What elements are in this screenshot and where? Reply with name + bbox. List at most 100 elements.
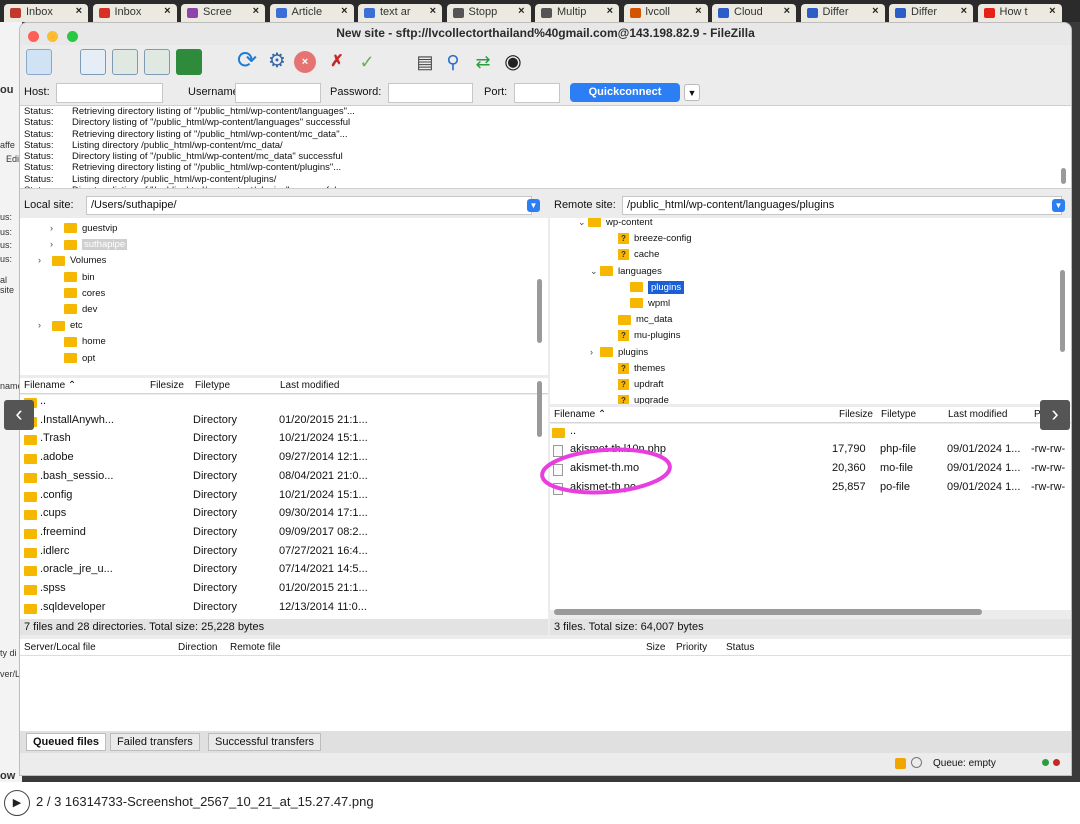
host-input[interactable] [56,83,163,103]
tree-node[interactable]: dev [50,304,97,315]
remote-col-filesize[interactable]: Filesize [839,409,873,420]
tree-node[interactable]: › guestvip [50,223,117,234]
close-tab-icon[interactable]: × [76,5,82,17]
quickconnect-dropdown-chevron-icon[interactable]: ▼ [684,84,700,101]
close-tab-icon[interactable]: × [695,5,701,17]
password-input[interactable] [388,83,473,103]
close-tab-icon[interactable]: × [341,5,347,17]
queue-col-server[interactable]: Server/Local file [24,642,96,653]
queue-col-status[interactable]: Status [726,642,754,653]
browser-tab[interactable]: text ar × [358,4,442,22]
toggle-message-log-icon[interactable] [80,49,106,75]
browser-tab[interactable]: lvcoll × [623,4,708,22]
table-row[interactable]: .freemind Directory 09/09/2017 08:2... [20,524,535,543]
tree-node[interactable]: opt [50,353,95,364]
local-site-dropdown-chevron-icon[interactable]: ▼ [527,199,540,212]
table-row[interactable]: .adobe Directory 09/27/2014 12:1... [20,449,535,468]
queue-col-remote[interactable]: Remote file [230,642,281,653]
local-col-filetype[interactable]: Filetype [195,380,230,391]
expand-chevron-icon[interactable]: ⌄ [578,218,588,228]
browser-tab[interactable]: Cloud × [712,4,796,22]
browser-tab[interactable]: Scree × [181,4,265,22]
remote-tree-scrollbar[interactable] [1060,270,1065,352]
close-tab-icon[interactable]: × [253,5,259,17]
table-row[interactable]: .. [20,395,535,412]
close-tab-icon[interactable]: × [872,5,878,17]
remote-col-filetype[interactable]: Filetype [881,409,916,420]
process-queue-icon[interactable]: ⚙ [264,49,290,75]
speed-limit-icon[interactable] [911,757,922,768]
close-tab-icon[interactable]: × [518,5,524,17]
table-row[interactable]: .idlerc Directory 07/27/2021 16:4... [20,543,535,562]
tree-node[interactable]: › Volumes [38,255,106,266]
message-log-scrollbar[interactable] [1061,168,1066,184]
tab-queued-files[interactable]: Queued files [26,733,107,751]
tree-node[interactable]: › plugins [590,347,648,358]
close-tab-icon[interactable]: × [784,5,790,17]
queue-col-priority[interactable]: Priority [676,642,707,653]
table-row[interactable]: .bash_sessio... Directory 08/04/2021 21:0.… [20,468,535,487]
quickconnect-button[interactable]: Quickconnect [570,83,680,102]
tree-node[interactable]: ? breeze-config [608,233,692,244]
tab-successful-transfers[interactable]: Successful transfers [208,733,322,751]
toggle-local-tree-icon[interactable] [112,49,138,75]
disconnect-icon[interactable]: ✗ [324,49,350,75]
synchronized-browsing-icon[interactable]: ⚲ [440,49,466,75]
tree-node[interactable]: › etc [38,320,83,331]
expand-chevron-icon[interactable]: › [590,347,600,357]
local-tree-scrollbar[interactable] [537,279,542,343]
username-input[interactable] [235,83,321,103]
tree-node[interactable]: ⌄ wp-content [578,218,652,228]
refresh-icon[interactable]: ⟳ [234,49,260,75]
tree-node[interactable]: ? upgrade [608,395,669,404]
expand-chevron-icon[interactable]: › [38,320,48,330]
search-remote-files-icon[interactable]: ◉ [500,49,526,75]
site-manager-icon[interactable] [26,49,52,75]
browser-tab[interactable]: How t × [977,4,1062,22]
queue-col-direction[interactable]: Direction [178,642,217,653]
table-row[interactable]: .config Directory 10/21/2024 15:1... [20,487,535,506]
next-image-icon[interactable]: › [1040,400,1070,430]
close-window-button[interactable] [28,31,39,42]
expand-chevron-icon[interactable]: › [38,255,48,265]
directory-filter-icon[interactable]: ▤ [412,49,438,75]
tree-node[interactable]: wpml [620,298,670,309]
play-icon[interactable]: ▶ [4,790,30,816]
queue-col-size[interactable]: Size [646,642,665,653]
transfer-queue-icon[interactable] [176,49,202,75]
close-tab-icon[interactable]: × [164,5,170,17]
port-input[interactable] [514,83,560,103]
table-row[interactable]: .cups Directory 09/30/2014 17:1... [20,505,535,524]
toggle-remote-tree-icon[interactable] [144,49,170,75]
browser-tab[interactable]: Multip × [535,4,619,22]
table-row[interactable]: .InstallAnywh... Directory 01/20/2015 21:1… [20,412,535,431]
tree-node[interactable]: bin [50,272,95,283]
previous-image-icon[interactable]: ‹ [4,400,34,430]
close-tab-icon[interactable]: × [1049,5,1055,17]
tree-node[interactable]: ⌄ languages [590,266,662,277]
table-row[interactable]: .Trash Directory 10/21/2024 15:1... [20,430,535,449]
remote-file-list-hscrollbar[interactable] [554,609,982,615]
close-tab-icon[interactable]: × [430,5,436,17]
tree-node[interactable]: ? cache [608,249,659,260]
local-col-filesize[interactable]: Filesize [150,380,184,391]
browser-tab[interactable]: Inbox × [92,4,177,22]
remote-site-dropdown-chevron-icon[interactable]: ▼ [1052,199,1065,212]
local-site-path-input[interactable]: /Users/suthapipe/ [86,196,532,215]
tree-node[interactable]: cores [50,288,105,299]
tree-node[interactable]: home [50,336,106,347]
remote-col-modified[interactable]: Last modified [948,409,1007,420]
close-tab-icon[interactable]: × [607,5,613,17]
local-file-list-scrollbar[interactable] [537,381,542,437]
table-row[interactable]: .spss Directory 01/20/2015 21:1... [20,580,535,599]
expand-chevron-icon[interactable]: › [50,239,60,249]
tree-node[interactable]: ? themes [608,362,665,374]
tree-node[interactable]: ? mu-plugins [608,330,680,341]
tree-node[interactable]: plugins [620,280,685,294]
local-col-filename[interactable]: Filename ⌃ [24,380,76,391]
tab-failed-transfers[interactable]: Failed transfers [110,733,200,751]
remote-site-path-input[interactable]: /public_html/wp-content/languages/plugin… [622,196,1062,215]
browser-tab[interactable]: Article × [269,4,354,22]
cancel-operation-icon[interactable]: × [292,49,318,75]
table-row[interactable]: .oracle_jre_u... Directory 07/14/2021 14:5… [20,561,535,580]
